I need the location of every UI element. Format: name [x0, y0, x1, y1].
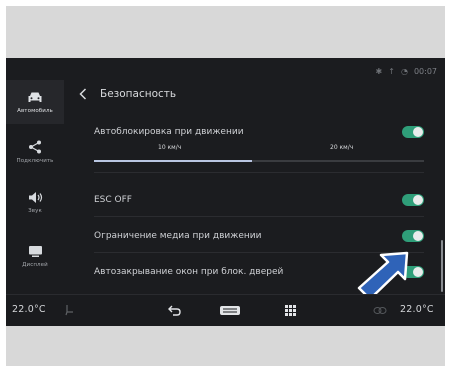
- bottom-bar: 22.0°C 22.0°C: [6, 294, 445, 326]
- scrollbar[interactable]: [441, 240, 443, 292]
- infotainment-screen: ✱ ↑ ◔ 00:07 Автомобиль Подключить Звук Д…: [6, 58, 445, 326]
- esc-toggle[interactable]: [402, 194, 424, 206]
- setting-esc[interactable]: ESC OFF: [94, 190, 430, 210]
- temp-left[interactable]: 22.0°C: [12, 304, 46, 315]
- share-icon: [27, 140, 43, 154]
- top-bezel: [6, 6, 445, 58]
- temp-right[interactable]: 22.0°C: [400, 304, 434, 315]
- sidebar-item-car[interactable]: Автомобиль: [6, 80, 64, 124]
- setting-label: ESC OFF: [94, 195, 132, 205]
- page-title: Безопасность: [100, 88, 177, 100]
- sidebar-item-label: Дисплей: [22, 262, 48, 268]
- display-icon: [27, 244, 43, 258]
- sidebar-item-connect[interactable]: Подключить: [6, 130, 64, 174]
- sidebar-item-label: Подключить: [16, 158, 54, 164]
- divider: [94, 172, 424, 173]
- back-arrow-icon[interactable]: [166, 302, 182, 318]
- setting-label: Ограничение медиа при движении: [94, 231, 262, 241]
- setting-autolock[interactable]: Автоблокировка при движении: [94, 122, 430, 142]
- fan-icon[interactable]: [372, 302, 388, 318]
- sidebar: Автомобиль Подключить Звук Дисплей: [6, 58, 70, 294]
- speaker-icon: [27, 190, 43, 204]
- toggle-knob: [413, 195, 423, 205]
- sidebar-item-display[interactable]: Дисплей: [6, 234, 64, 278]
- wifi-icon: ◔: [400, 66, 408, 76]
- speed-track: [94, 160, 424, 162]
- setting-media-limit[interactable]: Ограничение медиа при движении: [94, 226, 430, 246]
- photo-frame: ✱ ↑ ◔ 00:07 Автомобиль Подключить Звук Д…: [0, 0, 451, 372]
- speed-option-20[interactable]: 20 км/ч: [330, 144, 353, 151]
- speed-track-fill: [94, 160, 252, 162]
- media-toggle[interactable]: [402, 230, 424, 242]
- status-time: 00:07: [413, 66, 437, 76]
- car-icon: [27, 90, 43, 104]
- bottom-bezel: [6, 326, 445, 366]
- status-bar: ✱ ↑ ◔ 00:07: [376, 63, 437, 79]
- sidebar-item-sound[interactable]: Звук: [6, 180, 64, 224]
- bluetooth-icon: ✱: [375, 66, 383, 76]
- autolock-toggle[interactable]: [402, 126, 424, 138]
- speed-option-10[interactable]: 10 км/ч: [158, 144, 181, 151]
- divider: [94, 216, 424, 217]
- sidebar-item-label: Звук: [28, 208, 42, 214]
- sidebar-item-label: Автомобиль: [17, 108, 53, 114]
- seat-heat-icon[interactable]: [64, 302, 76, 318]
- speed-selector[interactable]: 10 км/ч 20 км/ч: [94, 144, 430, 168]
- setting-label: Автозакрывание окон при блок. дверей: [94, 267, 284, 277]
- chevron-left-icon[interactable]: [76, 87, 90, 101]
- setting-label: Автоблокировка при движении: [94, 127, 244, 137]
- climate-icon[interactable]: [218, 302, 242, 318]
- signal-icon: ↑: [388, 66, 395, 76]
- page-header: Безопасность: [76, 84, 176, 104]
- grid-menu-icon[interactable]: [283, 302, 297, 318]
- toggle-knob: [413, 231, 423, 241]
- toggle-knob: [413, 127, 423, 137]
- toggle-knob: [413, 267, 423, 277]
